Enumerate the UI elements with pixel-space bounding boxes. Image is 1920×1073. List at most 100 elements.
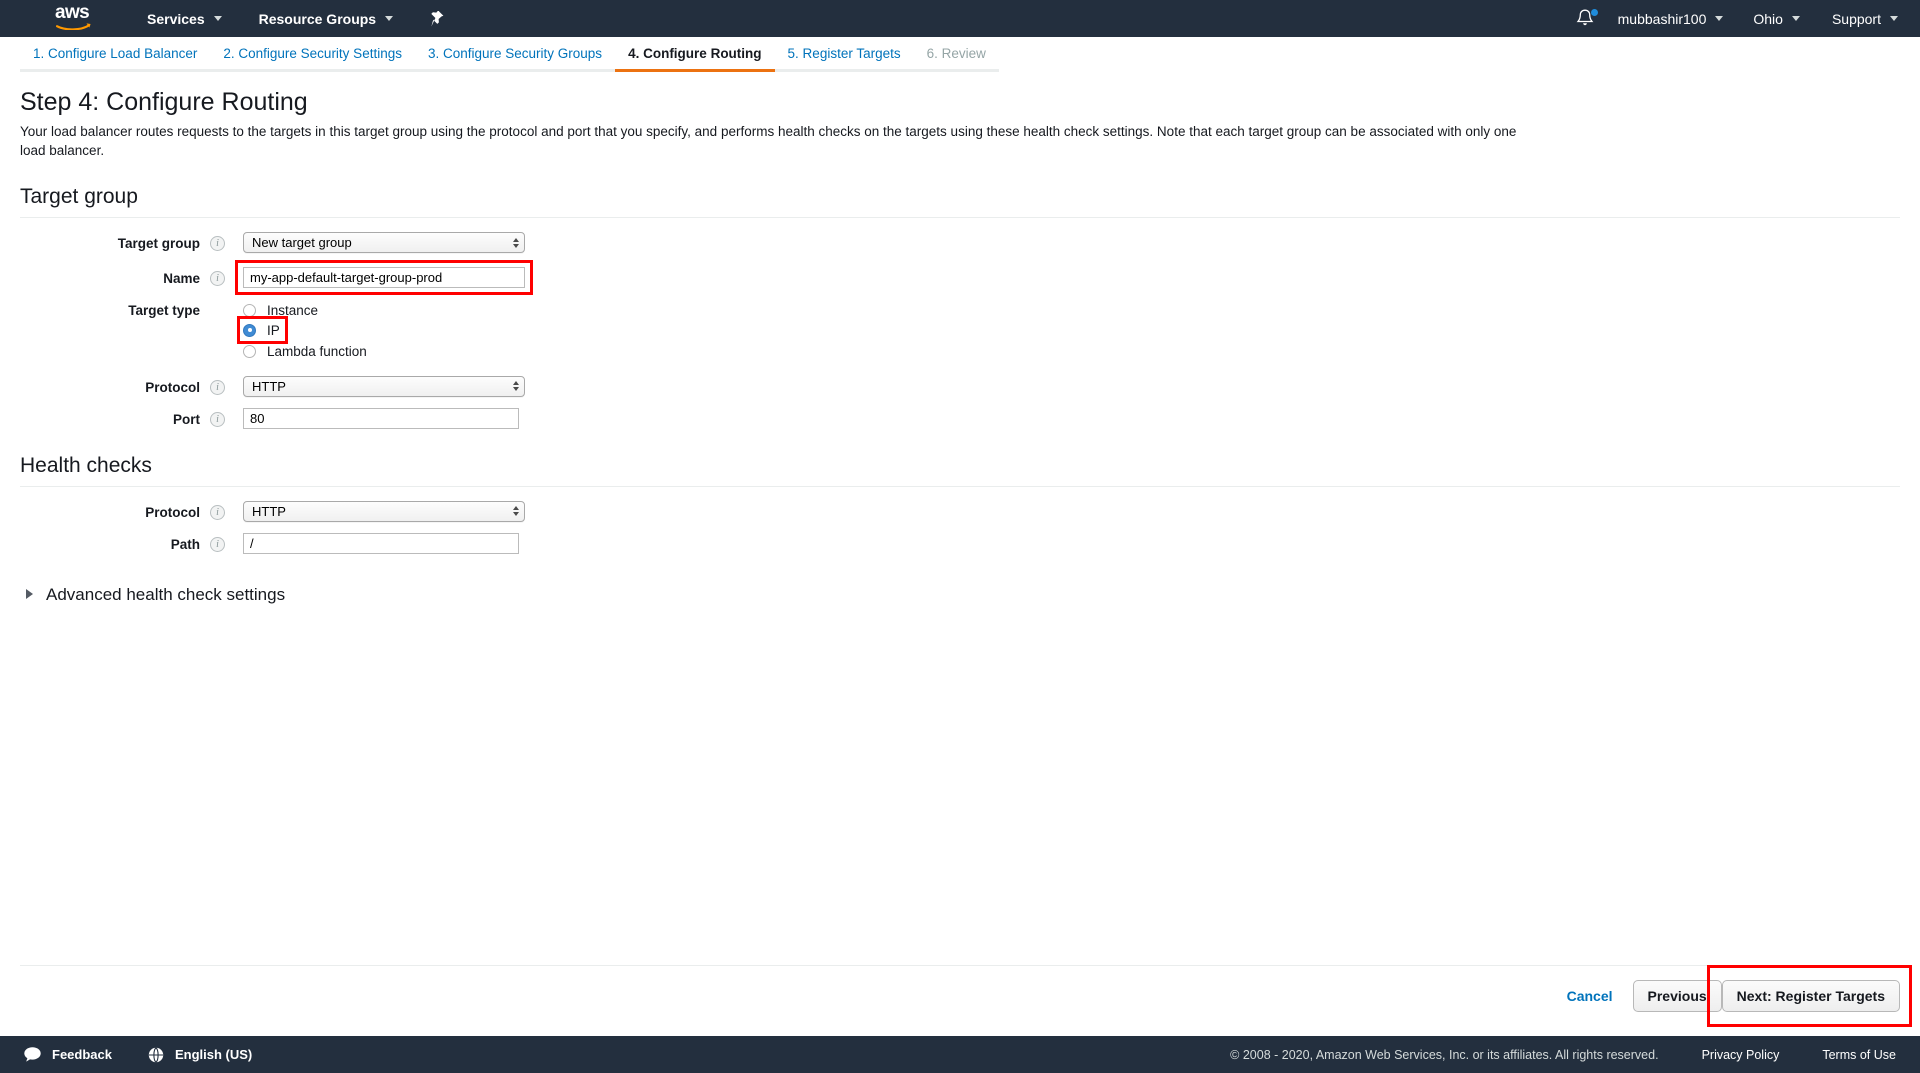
- highlight-box-ip: IP: [237, 316, 288, 344]
- field-row-protocol: Protocol i HTTP: [20, 375, 1900, 397]
- wizard-step-tabs: 1. Configure Load Balancer 2. Configure …: [0, 37, 1920, 75]
- previous-button[interactable]: Previous: [1632, 980, 1722, 1012]
- nav-right-group: mubbashir100 Ohio Support: [1576, 0, 1920, 37]
- section-title-health-checks: Health checks: [20, 453, 1900, 487]
- privacy-policy-link[interactable]: Privacy Policy: [1702, 1048, 1780, 1062]
- section-title-target-group: Target group: [20, 184, 1900, 218]
- field-name: [235, 260, 533, 295]
- nav-support-label: Support: [1831, 10, 1881, 27]
- radio-ip-label: IP: [267, 322, 280, 338]
- nav-region-label: Ohio: [1753, 10, 1783, 27]
- radio-ip-control[interactable]: [243, 323, 256, 337]
- bottom-bar-left: Feedback English (US): [24, 1046, 253, 1063]
- nav-region-menu[interactable]: Ohio: [1753, 0, 1800, 37]
- radio-instance-control[interactable]: [243, 303, 256, 317]
- speech-bubble-icon: [24, 1047, 41, 1062]
- info-icon[interactable]: i: [210, 536, 225, 552]
- health-protocol-select-value: HTTP: [252, 503, 286, 519]
- label-port: Port: [173, 411, 200, 427]
- advanced-health-check-settings-label: Advanced health check settings: [46, 584, 286, 604]
- nav-account-label: mubbashir100: [1617, 10, 1707, 27]
- wizard-step-4[interactable]: 4. Configure Routing: [615, 37, 775, 72]
- radio-option-instance[interactable]: Instance: [243, 300, 367, 320]
- aws-logo[interactable]: aws: [55, 1, 99, 33]
- chevron-down-icon: [1715, 16, 1724, 21]
- wizard-step-3[interactable]: 3. Configure Security Groups: [414, 37, 616, 72]
- top-navigation-bar: aws Services Resource Groups mubbashir10…: [0, 0, 1920, 37]
- label-target-group: Target group: [117, 236, 200, 251]
- label-health-path: Path: [170, 536, 200, 552]
- field-target-group: New target group: [243, 232, 525, 253]
- info-icon[interactable]: i: [210, 411, 225, 427]
- stepper-arrows-icon: [513, 237, 519, 248]
- stepper-arrows-icon: [513, 506, 519, 516]
- copyright-text: © 2008 - 2020, Amazon Web Services, Inc.…: [1230, 1047, 1659, 1062]
- radio-lambda-label: Lambda function: [267, 344, 367, 359]
- feedback-label: Feedback: [52, 1047, 112, 1062]
- field-row-health-protocol: Protocol i HTTP: [20, 500, 1900, 522]
- language-label: English (US): [174, 1047, 253, 1062]
- chevron-down-icon: [213, 16, 222, 21]
- label-health-protocol: Protocol: [145, 504, 200, 520]
- bottom-bar-right: © 2008 - 2020, Amazon Web Services, Inc.…: [1230, 1048, 1896, 1062]
- language-selector[interactable]: English (US): [148, 1046, 253, 1063]
- nav-resource-groups-label: Resource Groups: [258, 10, 377, 27]
- chevron-right-icon: [26, 589, 33, 599]
- field-protocol: HTTP: [243, 375, 525, 397]
- chevron-down-icon: [1791, 16, 1800, 21]
- target-group-select-value: New target group: [252, 235, 352, 250]
- nav-services-label: Services: [147, 10, 205, 27]
- port-input[interactable]: [243, 407, 519, 429]
- wizard-action-bar: Cancel Previous Next: Register Targets: [20, 965, 1913, 1027]
- label-target-type: Target type: [128, 303, 200, 318]
- chevron-down-icon: [1890, 16, 1898, 21]
- target-group-select[interactable]: New target group: [243, 232, 525, 253]
- info-icon[interactable]: i: [210, 504, 225, 520]
- protocol-select-value: HTTP: [252, 378, 286, 394]
- feedback-button[interactable]: Feedback: [24, 1047, 112, 1062]
- notifications-bell-icon[interactable]: [1576, 8, 1598, 29]
- protocol-select[interactable]: HTTP: [243, 375, 525, 397]
- health-path-input[interactable]: [243, 532, 519, 554]
- nav-services[interactable]: Services: [147, 0, 222, 37]
- label-protocol: Protocol: [145, 379, 200, 395]
- info-icon[interactable]: i: [210, 271, 225, 286]
- info-icon[interactable]: i: [210, 236, 225, 251]
- bottom-bar: Feedback English (US) © 2008 - 2020, Ama…: [0, 1036, 1920, 1073]
- radio-instance-label: Instance: [267, 302, 319, 318]
- aws-logo-text: aws: [55, 1, 90, 23]
- next-register-targets-button[interactable]: Next: Register Targets: [1721, 980, 1900, 1012]
- globe-icon: [148, 1046, 164, 1063]
- radio-option-ip[interactable]: IP: [243, 320, 280, 340]
- cancel-link[interactable]: Cancel: [1567, 988, 1613, 1004]
- radio-option-lambda-function[interactable]: Lambda function: [243, 342, 367, 362]
- nav-resource-groups[interactable]: Resource Groups: [258, 0, 394, 37]
- field-row-name: Name i: [20, 260, 1900, 295]
- wizard-step-2[interactable]: 2. Configure Security Settings: [210, 37, 415, 72]
- field-row-target-group: Target group i New target group: [20, 232, 1900, 253]
- field-health-path: [243, 532, 519, 554]
- field-health-protocol: HTTP: [243, 500, 525, 522]
- highlight-box-name: [235, 260, 533, 295]
- info-icon[interactable]: i: [210, 379, 225, 395]
- name-input[interactable]: [243, 267, 525, 288]
- pin-icon[interactable]: [431, 10, 445, 27]
- page-title: Step 4: Configure Routing: [20, 88, 308, 116]
- wizard-step-5[interactable]: 5. Register Targets: [774, 37, 914, 72]
- stepper-arrows-icon: [513, 381, 519, 391]
- page-description: Your load balancer routes requests to th…: [20, 124, 1517, 158]
- nav-support-menu[interactable]: Support: [1832, 0, 1898, 37]
- field-row-target-type: Target type i Instance IP Lambda functio…: [20, 299, 1900, 362]
- wizard-step-1[interactable]: 1. Configure Load Balancer: [20, 37, 211, 72]
- target-type-radio-group: Instance IP Lambda function: [237, 299, 367, 362]
- health-protocol-select[interactable]: HTTP: [243, 500, 525, 522]
- label-name: Name: [163, 271, 200, 286]
- radio-lambda-control[interactable]: [243, 345, 256, 358]
- terms-of-use-link[interactable]: Terms of Use: [1822, 1048, 1896, 1062]
- main-content: Step 4: Configure Routing Your load bala…: [0, 87, 1920, 605]
- nav-account-menu[interactable]: mubbashir100: [1618, 0, 1724, 37]
- advanced-health-check-settings-toggle[interactable]: Advanced health check settings: [26, 584, 1900, 605]
- field-port: [243, 407, 519, 429]
- wizard-step-6: 6. Review: [913, 37, 999, 72]
- field-row-port: Port i: [20, 407, 1900, 429]
